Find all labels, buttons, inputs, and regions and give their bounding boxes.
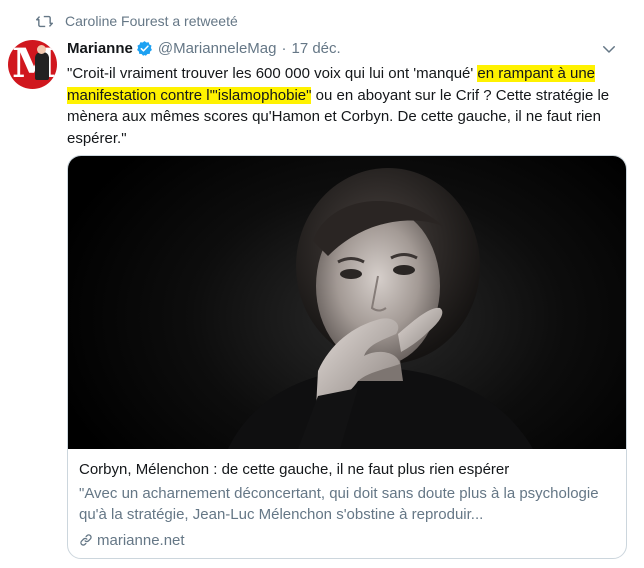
link-preview-card[interactable]: Corbyn, Mélenchon : de cette gauche, il … [67,155,627,559]
card-description: "Avec un acharnement déconcertant, qui d… [79,485,599,523]
tweet-header: Marianne @MarianneleMag · 17 déc. [67,38,627,58]
avatar[interactable]: M [8,40,57,89]
card-domain: marianne.net [97,531,185,549]
verified-badge-icon [136,40,152,56]
author-handle[interactable]: @MarianneleMag [158,40,277,57]
retweet-label[interactable]: Caroline Fourest a retweeté [65,13,238,29]
card-title[interactable]: Corbyn, Mélenchon : de cette gauche, il … [79,461,615,478]
link-icon [80,534,92,546]
retweet-context: Caroline Fourest a retweeté [0,12,644,32]
tweet[interactable]: Caroline Fourest a retweeté M Marianne @… [0,0,644,568]
tweet-date[interactable]: 17 déc. [291,40,340,57]
tweet-text: "Croit-il vraiment trouver les 600 000 v… [67,63,627,149]
header-separator: · [281,39,287,57]
tweet-text-start: "Croit-il vraiment trouver les 600 000 v… [67,65,478,82]
chevron-down-icon[interactable] [600,40,618,58]
card-link[interactable]: marianne.net [79,530,185,550]
retweet-icon [36,15,53,28]
author-display-name[interactable]: Marianne [67,40,133,57]
avatar-figure [35,45,49,80]
portrait-photo [228,168,533,449]
card-image [68,156,626,449]
